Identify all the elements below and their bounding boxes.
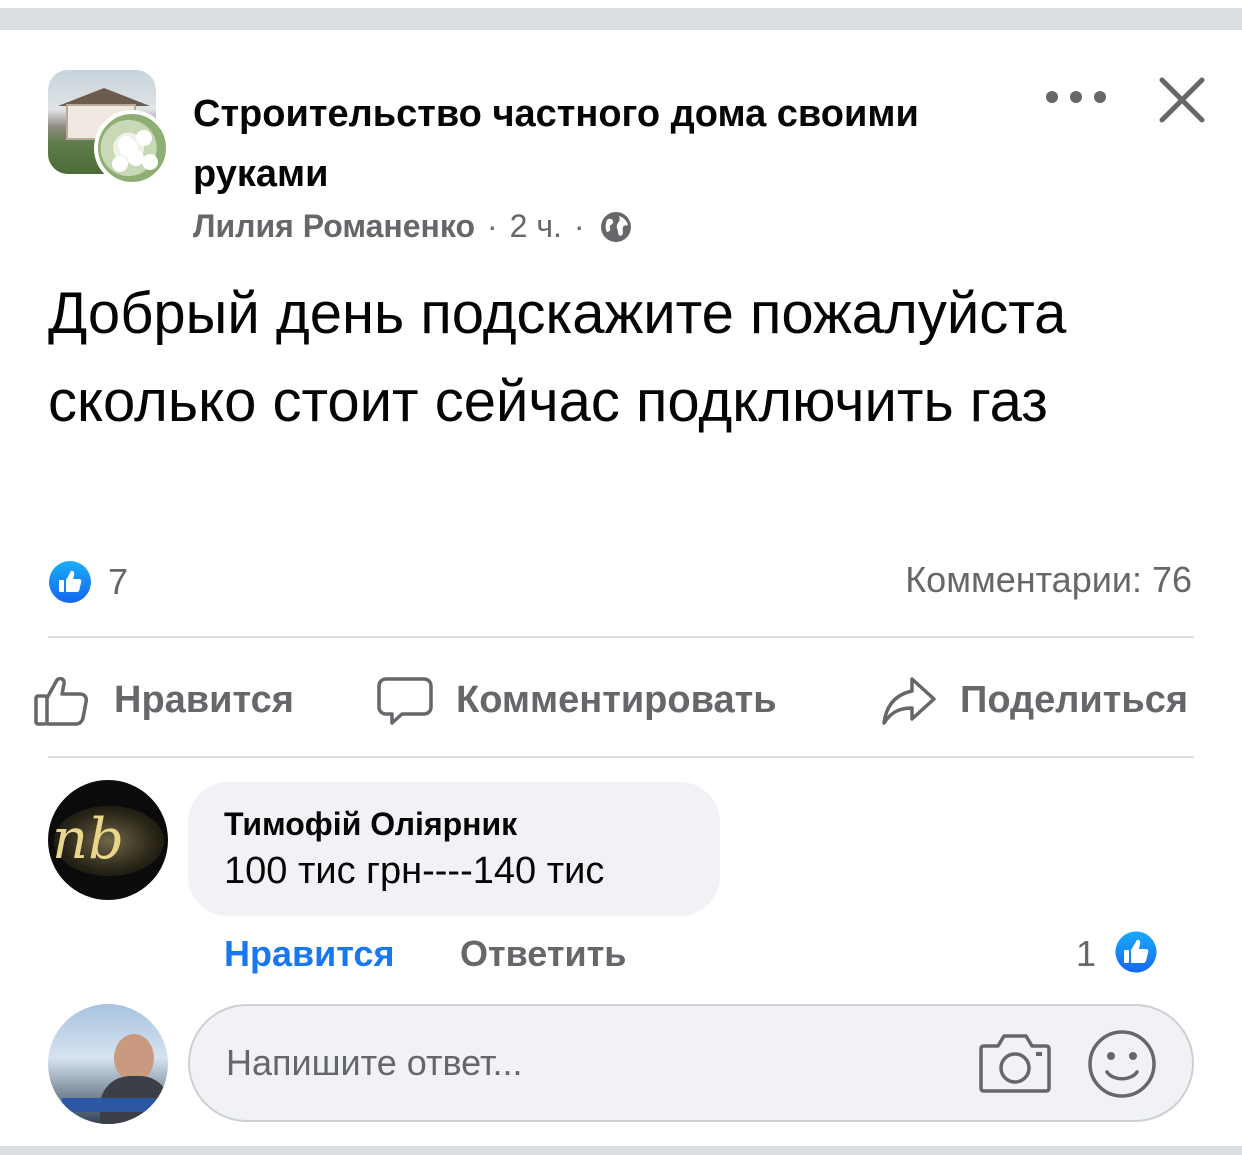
author-avatar[interactable]	[94, 110, 170, 186]
comment-author-link[interactable]: Тимофій Оліярник	[224, 806, 517, 843]
bottom-separator	[0, 1146, 1242, 1155]
comment-like-button[interactable]: Нравится	[224, 930, 394, 978]
comment-reaction-count[interactable]: 1	[1076, 930, 1096, 978]
group-name-link[interactable]: Строительство частного дома своими рукам…	[193, 84, 953, 204]
meta-separator: ·	[487, 208, 498, 244]
like-button-label: Нравится	[114, 678, 294, 721]
comment-text: 100 тис грн----140 тис	[224, 850, 605, 892]
like-reaction-icon[interactable]	[1112, 928, 1160, 976]
divider	[48, 756, 1194, 758]
share-icon	[882, 677, 936, 725]
thumbs-up-icon	[34, 676, 88, 726]
emoji-icon[interactable]	[1086, 1028, 1158, 1100]
author-name-link[interactable]: Лилия Романенко	[193, 208, 475, 245]
comment-bubble[interactable]: Тимофій Оліярник 100 тис грн----140 тис	[188, 782, 720, 916]
top-separator	[0, 0, 1242, 30]
post-text: Добрый день подскажите пожалуйста скольк…	[48, 281, 1067, 434]
globe-icon	[600, 211, 631, 242]
comment-icon	[377, 677, 433, 725]
reply-input[interactable]: Напишите ответ...	[188, 1004, 1194, 1122]
post-time[interactable]: 2 ч.	[510, 208, 562, 245]
svg-text:nb: nb	[52, 807, 124, 872]
commenter-avatar[interactable]: nb	[48, 780, 168, 900]
post-meta: Лилия Романенко · 2 ч. ·	[193, 208, 633, 245]
camera-icon[interactable]	[978, 1028, 1052, 1096]
divider	[48, 636, 1194, 638]
like-reaction-icon	[49, 561, 91, 603]
current-user-avatar[interactable]	[48, 1004, 168, 1124]
comment-reply-button[interactable]: Ответить	[460, 930, 626, 978]
meta-separator: ·	[573, 208, 585, 244]
close-icon[interactable]	[1150, 68, 1214, 132]
share-button-label: Поделиться	[960, 678, 1189, 721]
comment-button-label: Комментировать	[456, 678, 777, 721]
like-count[interactable]: 7	[108, 560, 128, 604]
more-options-icon[interactable]	[1046, 80, 1106, 114]
share-button[interactable]: Поделиться	[880, 668, 1188, 732]
comments-count[interactable]: Комментарии: 76	[905, 558, 1192, 602]
reply-placeholder: Напишите ответ...	[226, 1042, 523, 1083]
like-button[interactable]: Нравится	[32, 668, 294, 732]
comment-button[interactable]: Комментировать	[376, 668, 777, 732]
